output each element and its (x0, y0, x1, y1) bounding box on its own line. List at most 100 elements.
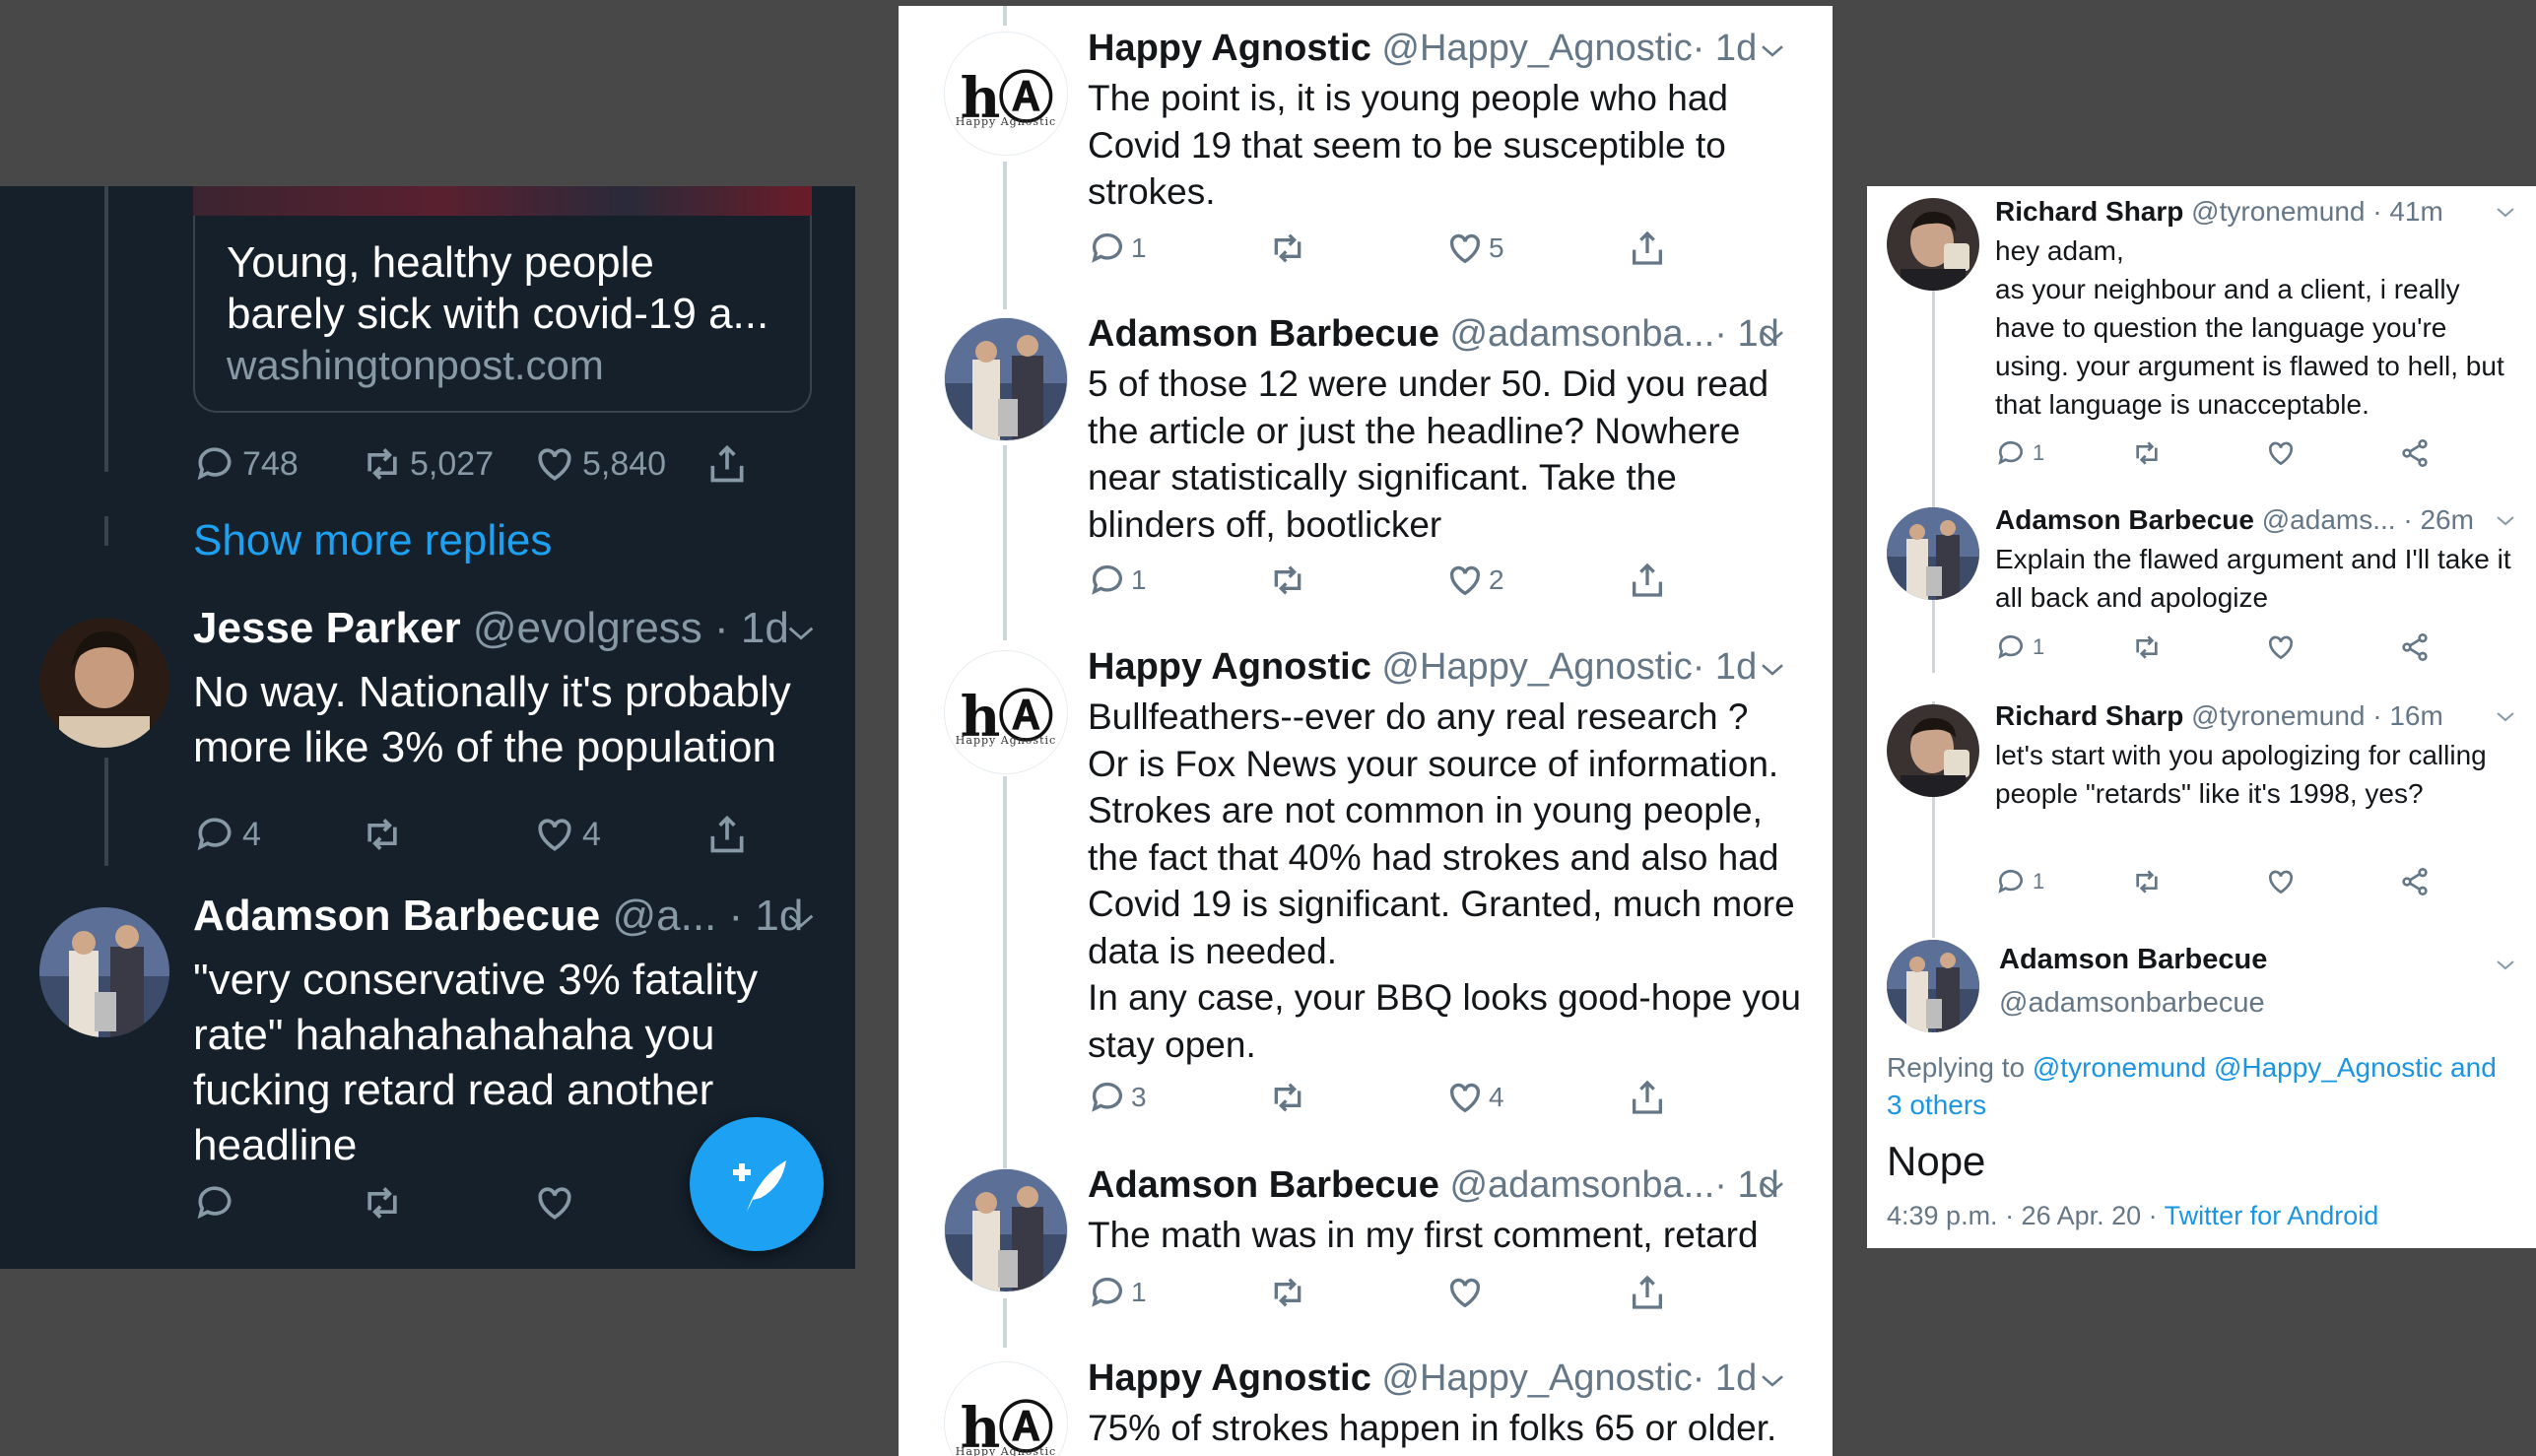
author-handle[interactable]: @a... (612, 892, 716, 940)
avatar-adamson-barbecue[interactable] (39, 907, 169, 1037)
like-button[interactable] (2265, 437, 2297, 469)
retweet-button[interactable] (2131, 631, 2163, 663)
reply-icon (197, 1186, 232, 1220)
avatar-adamson-barbecue[interactable] (1887, 940, 1979, 1032)
like-button[interactable]: 5,840 (533, 442, 666, 486)
reply-button[interactable]: 1 (1088, 229, 1147, 268)
author-name[interactable]: Adamson Barbecue (1995, 504, 2254, 535)
retweet-button[interactable] (1268, 1273, 1307, 1312)
author-name[interactable]: Richard Sharp (1995, 700, 2183, 731)
like-button[interactable] (2265, 631, 2297, 663)
retweet-button[interactable] (2131, 866, 2163, 897)
share-button[interactable] (1628, 229, 1667, 268)
tweet-actions: 4 4 (193, 813, 784, 872)
avatar-jesse-parker[interactable] (39, 618, 169, 748)
tweet-header: Happy Agnostic @Happy_Agnostic· 1d (1088, 28, 1757, 70)
retweet-icon (2136, 441, 2158, 465)
reply-button[interactable]: 4 (193, 813, 261, 856)
chevron-down-icon[interactable] (1758, 1172, 1787, 1202)
author-handle[interactable]: @Happy_Agnostic (1381, 1357, 1692, 1399)
retweet-button[interactable] (361, 813, 404, 856)
avatar-happy-agnostic[interactable]: hⒶ Happy Agnostic (944, 1361, 1068, 1456)
reply-button[interactable]: 3 (1088, 1078, 1147, 1117)
like-button[interactable] (1445, 1273, 1485, 1312)
main-tweet-client[interactable]: Twitter for Android (2165, 1201, 2379, 1230)
like-button[interactable]: 4 (1445, 1078, 1504, 1117)
author-handle[interactable]: @adamsonba... (1449, 313, 1714, 355)
link-card-image (193, 186, 812, 216)
author-handle[interactable]: @adams... (2262, 504, 2396, 535)
main-tweet-author-name[interactable]: Adamson Barbecue (1999, 944, 2267, 976)
author-name[interactable]: Adamson Barbecue (1088, 1164, 1439, 1206)
chevron-down-icon[interactable] (1758, 321, 1787, 351)
tweet-text: Explain the flawed argument and I'll tak… (1995, 544, 2511, 613)
chevron-down-icon[interactable] (2494, 508, 2517, 532)
reply-button[interactable]: 1 (1995, 437, 2044, 469)
author-name[interactable]: Happy Agnostic (1088, 1357, 1371, 1399)
share-button[interactable] (2399, 631, 2431, 663)
main-tweet-author-handle[interactable]: @adamsonbarbecue (1999, 987, 2265, 1020)
reply-button[interactable]: 1 (1088, 1273, 1147, 1312)
chevron-down-icon[interactable] (784, 616, 818, 649)
retweet-button[interactable] (1268, 561, 1307, 600)
author-name[interactable]: Adamson Barbecue (193, 892, 600, 940)
tweet-actions: 3 4 (1088, 1078, 1699, 1127)
share-button[interactable] (1628, 561, 1667, 600)
chevron-down-icon[interactable] (2494, 704, 2517, 728)
author-handle[interactable]: @evolgress (473, 604, 702, 652)
chevron-down-icon[interactable] (2494, 953, 2517, 976)
link-preview-card[interactable]: Young, healthy people barely sick with c… (193, 186, 812, 413)
avatar-adamson-barbecue[interactable] (944, 1168, 1068, 1292)
reply-button[interactable]: 1 (1995, 631, 2044, 663)
share-button[interactable] (1628, 1078, 1667, 1117)
reply-button[interactable]: 748 (193, 442, 299, 486)
retweet-button[interactable] (361, 1181, 404, 1224)
chevron-down-icon[interactable] (784, 903, 818, 937)
avatar-richard-sharp[interactable] (1887, 704, 1979, 797)
author-handle[interactable]: @Happy_Agnostic (1381, 28, 1692, 69)
avatar-richard-sharp[interactable] (1887, 198, 1979, 291)
chevron-down-icon[interactable] (1758, 1365, 1787, 1395)
author-name[interactable]: Happy Agnostic (1088, 28, 1371, 69)
like-button[interactable]: 2 (1445, 561, 1504, 600)
share-button[interactable] (2399, 437, 2431, 469)
reply-button[interactable] (193, 1181, 236, 1224)
like-button[interactable] (533, 1181, 576, 1224)
avatar-adamson-barbecue[interactable] (944, 317, 1068, 441)
author-name[interactable]: Happy Agnostic (1088, 646, 1371, 688)
replying-to-label: Replying to (1887, 1052, 2026, 1083)
retweet-button[interactable] (1268, 229, 1307, 268)
chevron-down-icon[interactable] (2494, 200, 2517, 224)
share-icon (2402, 439, 2428, 467)
chevron-down-icon[interactable] (1758, 654, 1787, 684)
tweet-header: Adamson Barbecue @adamsonba...· 1d (1088, 313, 1779, 356)
share-button[interactable] (1628, 1273, 1667, 1312)
retweet-button[interactable] (2131, 437, 2163, 469)
author-name[interactable]: Jesse Parker (193, 604, 461, 652)
share-button[interactable] (705, 442, 749, 486)
compose-tweet-button[interactable] (690, 1117, 824, 1251)
tweet-text: 5 of those 12 were under 50. Did you rea… (1088, 364, 1769, 545)
retweet-button[interactable]: 5,027 (361, 442, 494, 486)
like-button[interactable] (2265, 866, 2297, 897)
like-button[interactable]: 4 (533, 813, 601, 856)
author-name[interactable]: Adamson Barbecue (1088, 313, 1439, 355)
author-handle[interactable]: @tyronemund (2191, 196, 2365, 227)
share-button[interactable] (705, 813, 749, 856)
chevron-down-icon[interactable] (1758, 35, 1787, 65)
heart-icon (1449, 233, 1481, 264)
author-handle[interactable]: @tyronemund (2191, 700, 2365, 731)
avatar-happy-agnostic[interactable]: hⒶ Happy Agnostic (944, 650, 1068, 774)
author-handle[interactable]: @Happy_Agnostic (1381, 646, 1692, 688)
reply-button[interactable]: 1 (1088, 561, 1147, 600)
author-handle[interactable]: @adamsonba... (1449, 1164, 1714, 1206)
retweet-button[interactable] (1268, 1078, 1307, 1117)
avatar-happy-agnostic[interactable]: hⒶ Happy Agnostic (944, 32, 1068, 156)
reply-button[interactable]: 1 (1995, 866, 2044, 897)
show-more-replies-link[interactable]: Show more replies (193, 516, 552, 565)
author-name[interactable]: Richard Sharp (1995, 196, 2183, 227)
share-button[interactable] (2399, 866, 2431, 897)
like-button[interactable]: 5 (1445, 229, 1504, 268)
tweet-time: · 16m (2372, 700, 2443, 731)
avatar-adamson-barbecue[interactable] (1887, 507, 1979, 600)
